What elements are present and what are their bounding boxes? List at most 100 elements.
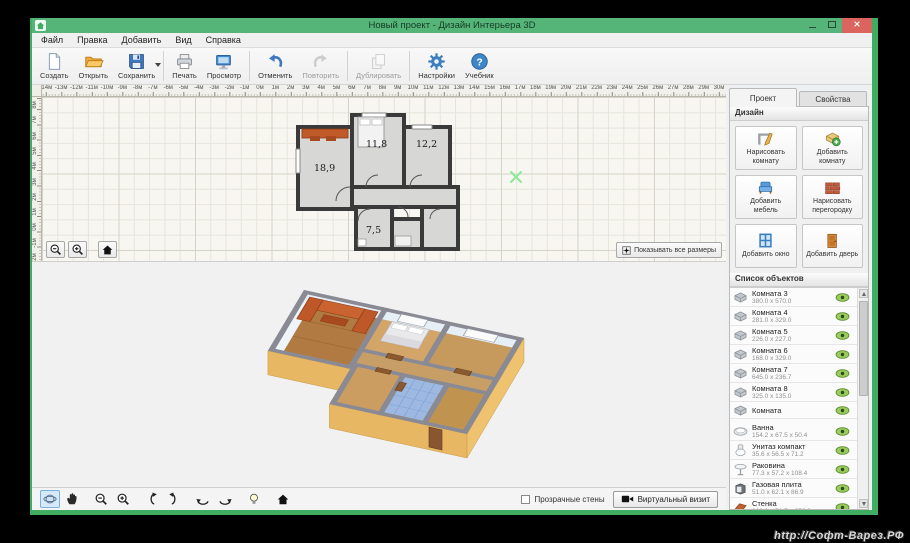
hand-icon (65, 492, 79, 506)
scroll-up-arrow[interactable] (859, 289, 868, 298)
toolbar-button-настройки[interactable]: Настройки (413, 49, 460, 83)
eye-icon[interactable] (835, 444, 850, 457)
menu-item-правка[interactable]: Правка (70, 35, 114, 45)
list-item[interactable]: Газовая плита 51.0 x 62.1 x 86.9 (730, 479, 857, 498)
list-item[interactable]: Комната 4 281.0 x 329.0 (730, 307, 857, 326)
design-button-window[interactable]: Добавить окно (735, 224, 797, 268)
toolbar-button-label: Учебник (464, 71, 494, 80)
eye-icon[interactable] (835, 482, 850, 495)
toolbar-button-повторить[interactable]: Повторить (297, 49, 344, 83)
panel-body: Дизайн Нарисовать комнату Добавить комнат… (729, 106, 869, 510)
design-button-door[interactable]: Добавить дверь (801, 224, 863, 268)
plan-bathtub[interactable] (394, 235, 412, 247)
design-button-partition[interactable]: Нарисовать перегородку (801, 175, 863, 219)
list-item[interactable]: Раковина 77.3 x 57.2 x 108.4 (730, 460, 857, 479)
vertical-ruler: 8м 7м 6м 5м 4м 3м 2м 1м 0м -1м -2м (32, 97, 42, 261)
list-item[interactable]: Комната 7 645.0 x 236.7 (730, 364, 857, 383)
scroll-thumb[interactable] (859, 301, 868, 396)
transparent-walls-checkbox[interactable] (521, 494, 531, 504)
object-name: Комната 3 (752, 289, 788, 298)
toolbar-button-дублировать[interactable]: Дублировать (351, 49, 406, 83)
rotate-up-tool[interactable] (142, 490, 162, 508)
zoom-out-tool[interactable] (91, 490, 111, 508)
rotate-down-tool[interactable] (164, 490, 184, 508)
sink-icon (733, 463, 748, 476)
desktop-background: Новый проект - Дизайн Интерьера 3D Файл П… (0, 0, 910, 543)
home-view-tool[interactable] (273, 490, 293, 508)
plan-washer[interactable] (357, 238, 367, 247)
toolbar-button-сохранить[interactable]: Сохранить (113, 49, 162, 83)
list-item[interactable]: Комната 5 226.0 x 227.0 (730, 326, 857, 345)
plan-window[interactable] (295, 148, 301, 174)
toolbar-button-открыть[interactable]: Открыть (74, 49, 113, 83)
menu-item-вид[interactable]: Вид (168, 35, 198, 45)
eye-icon[interactable] (835, 367, 850, 380)
plan-2d-canvas[interactable]: 18,9 11,8 12,2 7,5 Показывать все размер… (42, 97, 726, 261)
show-sizes-icon (622, 245, 631, 255)
plan-zoom-out-button[interactable] (46, 241, 65, 258)
design-buttons: Нарисовать комнату Добавить комнату Добави… (730, 121, 868, 273)
list-item[interactable]: Комната 6 168.0 x 329.0 (730, 345, 857, 364)
menu-item-добавить[interactable]: Добавить (115, 35, 169, 45)
view-3d-tools (40, 490, 295, 508)
virtual-visit-button[interactable]: Виртуальный визит (612, 490, 718, 508)
menu-item-справка[interactable]: Справка (199, 35, 248, 45)
pan-tool[interactable] (62, 490, 82, 508)
orbit-left-tool[interactable] (193, 490, 213, 508)
toolbar-button-label: Печать (172, 71, 197, 80)
eye-icon[interactable] (835, 425, 850, 438)
transparent-walls-option[interactable]: Прозрачные стены (521, 494, 605, 504)
plan-window[interactable] (361, 112, 387, 118)
floor-plan-drawing[interactable]: 18,9 11,8 12,2 7,5 (292, 109, 464, 259)
toolbar-button-просмотр[interactable]: Просмотр (202, 49, 246, 83)
eye-icon[interactable] (835, 501, 850, 509)
list-item[interactable]: Комната (730, 402, 857, 419)
design-button-draw-room[interactable]: Нарисовать комнату (735, 126, 797, 170)
list-item[interactable]: Ванна 154.2 x 67.5 x 50.4 (730, 422, 857, 441)
tab-project[interactable]: Проект (729, 88, 797, 107)
save-icon (126, 52, 147, 71)
toolbar-button-отменить[interactable]: Отменить (253, 49, 297, 83)
list-item[interactable]: Стенка302.6 x 71.7 x 250.0 (730, 498, 857, 509)
list-item[interactable]: Комната 8 325.0 x 135.0 (730, 383, 857, 402)
list-item[interactable]: Унитаз компакт 35.6 x 56.5 x 71.2 (730, 441, 857, 460)
eye-icon[interactable] (835, 463, 850, 476)
list-item-text: Комната 3 380.0 x 570.0 (752, 289, 835, 305)
eye-icon[interactable] (835, 310, 850, 323)
title-bar[interactable]: Новый проект - Дизайн Интерьера 3D (32, 18, 872, 33)
toolbar-separator (249, 51, 251, 81)
eye-icon[interactable] (835, 386, 850, 399)
toolbar-button-учебник[interactable]: ? Учебник (460, 49, 499, 83)
list-item-text: Комната 5 226.0 x 227.0 (752, 327, 835, 343)
light-tool[interactable] (244, 490, 264, 508)
toolbar-button-создать[interactable]: Создать (35, 49, 74, 83)
plan-window[interactable] (411, 124, 433, 130)
eye-icon[interactable] (835, 348, 850, 361)
transparent-walls-label: Прозрачные стены (534, 494, 605, 504)
object-name: Комната 5 (752, 327, 788, 336)
plan-home-button[interactable] (98, 241, 117, 258)
eye-icon[interactable] (835, 404, 850, 417)
redo-icon (310, 52, 331, 71)
tab-properties[interactable]: Свойства (799, 91, 867, 107)
scroll-down-arrow[interactable] (859, 499, 868, 508)
list-item[interactable]: Комната 3 380.0 x 570.0 (730, 288, 857, 307)
window-title: Новый проект - Дизайн Интерьера 3D (368, 20, 536, 31)
orbit-tool[interactable] (40, 490, 60, 508)
menu-item-файл[interactable]: Файл (34, 35, 70, 45)
objects-scrollbar[interactable] (857, 288, 868, 509)
eye-icon[interactable] (835, 291, 850, 304)
design-button-add-room[interactable]: Добавить комнату (801, 126, 863, 170)
plan-zoom-in-button[interactable] (68, 241, 87, 258)
view-3d[interactable] (32, 261, 726, 487)
dropdown-caret-icon[interactable] (155, 63, 162, 67)
toolbar-separator (163, 51, 165, 81)
orbit-right-tool[interactable] (215, 490, 235, 508)
zoom-in-icon (116, 492, 130, 506)
toolbar-button-печать[interactable]: Печать (167, 49, 202, 83)
zoom-in-tool[interactable] (113, 490, 133, 508)
bottom-toolbar: Прозрачные стены Виртуальный визит (32, 487, 726, 510)
eye-icon[interactable] (835, 329, 850, 342)
show-all-sizes-button[interactable]: Показывать все размеры (616, 242, 722, 258)
design-button-furniture[interactable]: Добавить мебель (735, 175, 797, 219)
